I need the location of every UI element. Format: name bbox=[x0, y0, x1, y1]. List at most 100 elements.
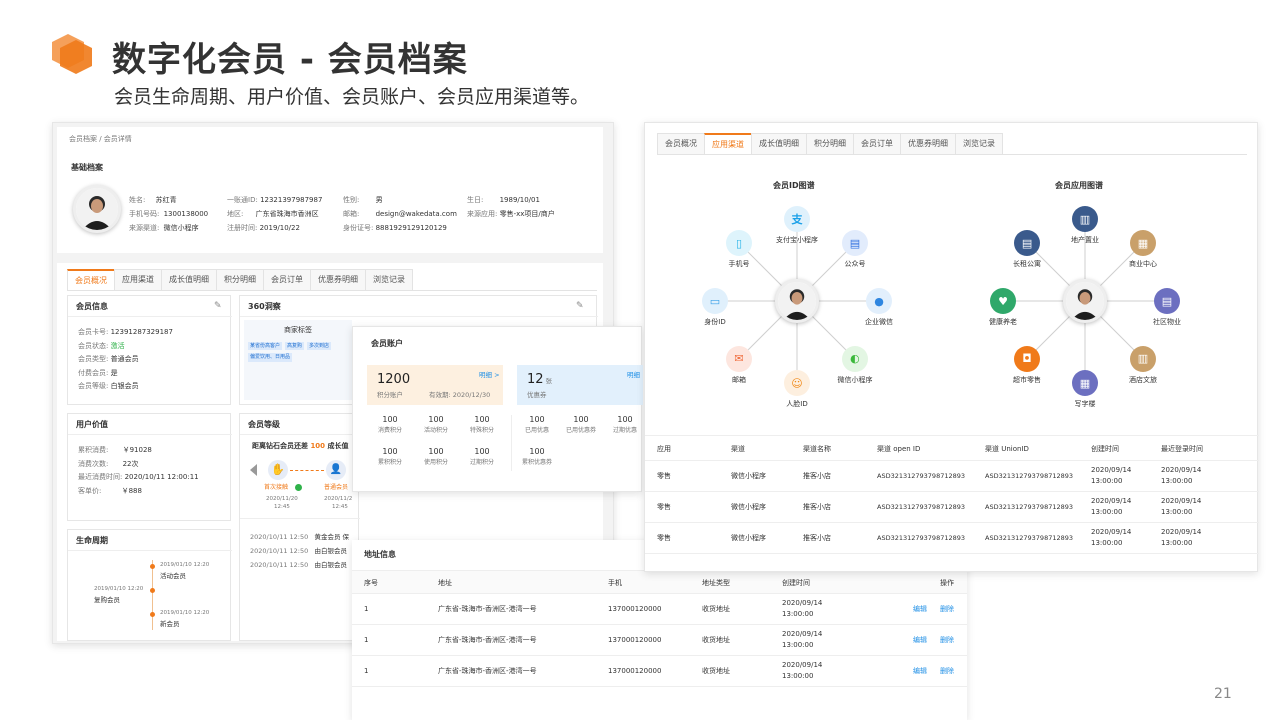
hand-icon: ✋ bbox=[268, 460, 288, 480]
office-icon: ▦ bbox=[1072, 370, 1098, 396]
lifecycle-title: 生命周期 bbox=[76, 536, 108, 545]
lifecycle-event: 新会员 bbox=[160, 620, 180, 628]
app-channel-panel: 会员概况 应用渠道 成长值明细 积分明细 会员订单 优惠券明细 浏览记录 会员I… bbox=[644, 122, 1259, 572]
chevron-left-icon[interactable] bbox=[250, 464, 257, 476]
points-detail-link[interactable]: 明细 > bbox=[479, 371, 500, 379]
graph-node-label: 商业中心 bbox=[1128, 260, 1157, 269]
points-stat: 100 特殊积分 bbox=[469, 415, 494, 434]
avg-price-value: ￥888 bbox=[121, 486, 142, 495]
graph-node-label: 公众号 bbox=[844, 260, 866, 269]
type-value: 普通会员 bbox=[110, 355, 139, 363]
lifecycle-time: 2019/01/10 12:20 bbox=[160, 610, 210, 616]
graph-node-label: 长租公寓 bbox=[1013, 260, 1042, 269]
apartment-icon: ▤ bbox=[1014, 230, 1041, 257]
graph-node-label: 手机号 bbox=[728, 260, 750, 269]
supermarket-icon: ◘ bbox=[1014, 345, 1041, 372]
graph-node-label: 超市零售 bbox=[1013, 375, 1042, 384]
member-level-title: 会员等级 bbox=[248, 420, 280, 429]
edit-link[interactable]: 编辑 bbox=[913, 605, 927, 614]
tag-chip: 高复购 bbox=[285, 342, 305, 351]
points-stat: 100 过期积分 bbox=[469, 446, 494, 466]
edit-link[interactable]: 编辑 bbox=[913, 667, 927, 676]
type-label: 会员类型: bbox=[78, 355, 109, 363]
tab-points[interactable]: 积分明细 bbox=[216, 269, 264, 290]
idcard-label: 身份证号: bbox=[343, 224, 374, 232]
tab-overview[interactable]: 会员概况 bbox=[67, 269, 115, 290]
reg-label: 注册时间: bbox=[227, 224, 258, 232]
delete-link[interactable]: 删除 bbox=[940, 605, 954, 614]
graph-node-label: 微信小程序 bbox=[837, 375, 873, 384]
delete-link[interactable]: 删除 bbox=[940, 636, 954, 645]
gender-value: 男 bbox=[375, 196, 383, 204]
points-stat: 100 使用积分 bbox=[423, 446, 448, 466]
timeline-dot bbox=[150, 564, 155, 569]
tab-orders[interactable]: 会员订单 bbox=[263, 269, 311, 290]
edit-icon[interactable]: ✎ bbox=[576, 301, 584, 311]
phone-label: 手机号码: bbox=[129, 210, 160, 218]
birth-label: 生日: bbox=[467, 196, 484, 204]
alipay-icon: 支 bbox=[784, 206, 810, 232]
level-log-row: 2020/10/11 12:50 由白银会员 bbox=[250, 561, 347, 569]
user-icon: 👤 bbox=[326, 460, 346, 480]
app-value: 零售-xx项目/商户 bbox=[499, 210, 555, 218]
idcard-value: 8881929129120129 bbox=[375, 224, 447, 232]
lifecycle-card: 生命周期 2019/01/10 12:20 活动会员 2019/01/10 12… bbox=[67, 529, 232, 641]
tab-channels[interactable]: 应用渠道 bbox=[114, 269, 162, 290]
tab-coupons[interactable]: 优惠券明细 bbox=[310, 269, 366, 290]
source-value: 微信小程序 bbox=[163, 224, 199, 232]
health-icon: ♥ bbox=[990, 288, 1016, 314]
slide-subtitle: 会员生命周期、用户价值、会员账户、会员应用渠道等。 bbox=[114, 86, 590, 108]
last-spend-value: 2020/10/11 12:00:11 bbox=[124, 473, 199, 481]
avatar bbox=[73, 185, 121, 233]
points-stat: 100 活动积分 bbox=[423, 415, 448, 434]
basic-title: 基础档案 bbox=[71, 163, 103, 172]
coupon-stat: 100 已用优惠券 bbox=[565, 415, 596, 434]
step2-time: 12:45 bbox=[332, 504, 348, 510]
step1-date: 2020/11/20 bbox=[266, 496, 298, 502]
tab-browse[interactable]: 浏览记录 bbox=[365, 269, 413, 290]
tab-growth[interactable]: 成长值明细 bbox=[161, 269, 217, 290]
source-label: 来源渠道: bbox=[129, 224, 160, 232]
step1-time: 12:45 bbox=[274, 504, 290, 510]
delete-link[interactable]: 删除 bbox=[940, 667, 954, 676]
id-card-icon: ▭ bbox=[702, 288, 728, 314]
total-spend-value: ￥91028 bbox=[122, 446, 152, 454]
graph-node-label: 健康养老 bbox=[989, 318, 1017, 326]
id-value: 12321397987987 bbox=[260, 196, 323, 204]
graph-node-label: 支付宝小程序 bbox=[776, 236, 818, 244]
points-value: 1200 bbox=[377, 372, 411, 387]
graph-node-label: 写字楼 bbox=[1074, 400, 1096, 408]
gender-label: 性别: bbox=[343, 196, 360, 204]
face-id-icon: ☺ bbox=[784, 370, 810, 396]
graph-node-label: 身份ID bbox=[704, 318, 726, 326]
card-no-value: 12391287329187 bbox=[110, 328, 173, 336]
total-spend-label: 累积消费: bbox=[78, 446, 109, 454]
edit-link[interactable]: 编辑 bbox=[913, 636, 927, 645]
grade-value: 白银会员 bbox=[110, 382, 139, 390]
id-label: 一账通ID: bbox=[227, 196, 258, 204]
last-spend-label: 最近消费时间: bbox=[78, 473, 123, 481]
wechat-icon: ◐ bbox=[841, 345, 868, 372]
basic-profile-card: 会员档案 / 会员详情 基础档案 姓名: 苏红青 手机号码: 130013800… bbox=[57, 127, 603, 253]
coupon-stat: 100 过期优惠 bbox=[612, 415, 637, 434]
coupon-detail-link[interactable]: 明细 bbox=[627, 371, 640, 379]
lifecycle-event: 复购会员 bbox=[94, 596, 120, 604]
table-row: 零售 微信小程序 推客小店 ASD321312793798712893 ASD3… bbox=[645, 523, 1259, 554]
points-expiry: 有效期: 2020/12/30 bbox=[429, 391, 491, 399]
level-log-row: 2020/10/11 12:50 由白银会员 bbox=[250, 547, 347, 555]
community-icon: ▤ bbox=[1154, 288, 1180, 314]
email-value: design@wakedata.com bbox=[375, 210, 457, 218]
tag-chip: 多次到店 bbox=[307, 342, 332, 351]
paid-value: 是 bbox=[110, 368, 118, 377]
status-label: 会员状态: bbox=[78, 341, 109, 350]
table-row: 1 广东省-珠海市-香洲区-港湾一号 137000120000 收货地址 202… bbox=[352, 656, 967, 687]
hotel-icon: ▥ bbox=[1129, 345, 1156, 372]
edit-icon[interactable]: ✎ bbox=[214, 301, 222, 311]
account-title: 会员账户 bbox=[371, 339, 403, 348]
points-stat: 100 累积积分 bbox=[377, 446, 402, 466]
table-row: 1 广东省-珠海市-香洲区-港湾一号 137000120000 收货地址 202… bbox=[352, 625, 967, 656]
account-panel: 会员账户 1200 积分账户 有效期: 2020/12/30 明细 > 12 张 … bbox=[352, 326, 643, 492]
spend-count-value: 22次 bbox=[122, 459, 139, 468]
table-row: 零售 微信小程序 推客小店 ASD321312793798712893 ASD3… bbox=[645, 461, 1259, 492]
tag-chip: 某省份高客户 bbox=[248, 342, 283, 351]
